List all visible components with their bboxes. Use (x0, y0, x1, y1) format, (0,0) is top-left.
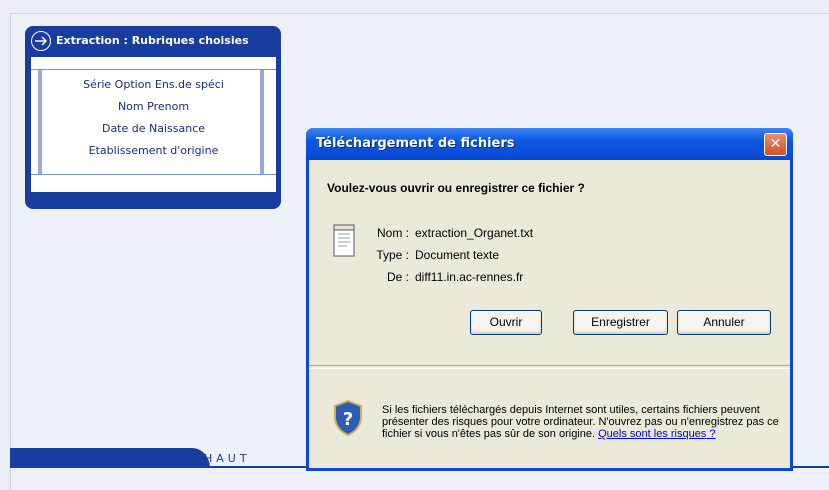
file-name-value: extraction_Organet.txt (415, 226, 534, 240)
dialog-question: Voulez-vous ouvrir ou enregistrer ce fic… (327, 181, 585, 195)
security-shield-icon: ? (334, 400, 362, 436)
security-warning: Si les fichiers téléchargés depuis Inter… (382, 404, 782, 440)
file-source-label: De : (386, 270, 409, 284)
dialog-title: Téléchargement de fichiers (316, 136, 515, 151)
save-button[interactable]: Enregistrer (573, 310, 668, 335)
file-type-label: Type : (376, 248, 409, 262)
panel-body: Série Option Ens.de spéci Nom Prenom Dat… (31, 57, 276, 192)
file-source-value: diff11.in.ac-rennes.fr (415, 270, 524, 284)
arrow-right-icon (31, 31, 51, 51)
file-name-label: Nom : (376, 226, 409, 240)
file-download-dialog: Téléchargement de fichiers ✕ Voulez-vous… (306, 128, 793, 471)
risks-link[interactable]: Quels sont les risques ? (598, 428, 715, 440)
list-item[interactable]: Nom Prenom (51, 100, 256, 113)
list-item[interactable]: Etablissement d'origine (51, 144, 256, 157)
list-item[interactable]: Date de Naissance (51, 122, 256, 135)
haut-link[interactable]: HAUT (204, 452, 251, 465)
dialog-separator (309, 365, 790, 369)
rubriques-list[interactable]: Série Option Ens.de spéci Nom Prenom Dat… (31, 69, 276, 175)
cancel-button[interactable]: Annuler (677, 310, 771, 335)
svg-text:?: ? (343, 409, 353, 430)
panel-title: Extraction : Rubriques choisies (56, 34, 249, 47)
close-icon[interactable]: ✕ (764, 133, 787, 156)
list-item[interactable]: Série Option Ens.de spéci (51, 78, 256, 91)
open-button[interactable]: Ouvrir (470, 310, 542, 335)
dialog-body: Voulez-vous ouvrir ou enregistrer ce fic… (309, 160, 790, 468)
rubriques-panel: Extraction : Rubriques choisies Série Op… (25, 26, 281, 209)
file-type-value: Document texte (415, 248, 500, 262)
panel-header: Extraction : Rubriques choisies (25, 26, 281, 56)
dialog-titlebar[interactable]: Téléchargement de fichiers ✕ (306, 128, 793, 160)
warning-text: Si les fichiers téléchargés depuis Inter… (382, 404, 779, 440)
